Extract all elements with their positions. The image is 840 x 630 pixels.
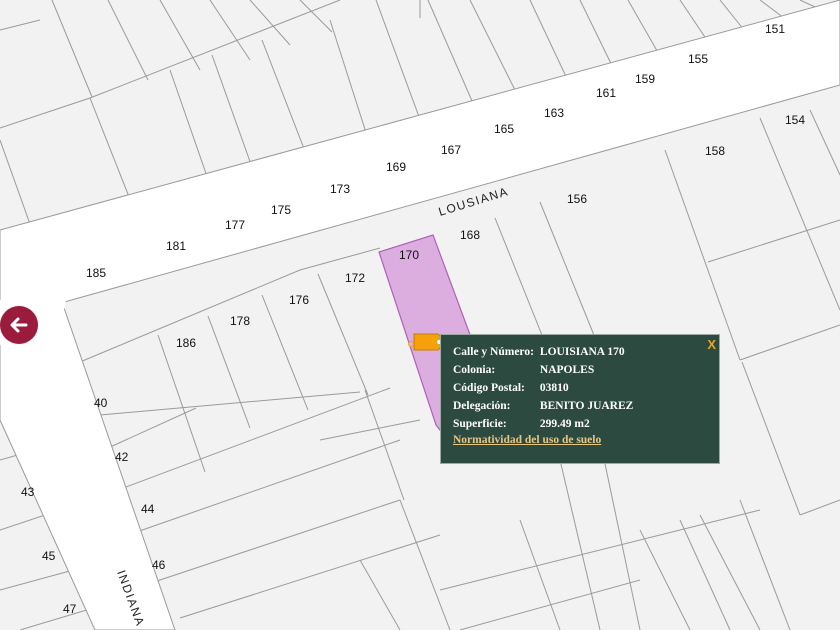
lot-number: 177 xyxy=(225,218,245,232)
lot-number: 186 xyxy=(176,336,196,350)
lot-number: 42 xyxy=(115,450,129,464)
info-label: Código Postal: xyxy=(453,382,525,394)
lot-number: 181 xyxy=(166,239,186,253)
map-canvas[interactable]: LOUSIANA INDIANA 151 155 159 161 163 165… xyxy=(0,0,840,630)
lot-number: 167 xyxy=(441,143,461,157)
info-row: Superficie: 299.49 m2 xyxy=(453,417,633,435)
lot-number: 43 xyxy=(21,485,35,499)
lot-number: 170 xyxy=(399,248,419,262)
info-row: Colonia: NAPOLES xyxy=(453,363,633,381)
lot-number: 165 xyxy=(494,122,514,136)
info-row: Delegación: BENITO JUAREZ xyxy=(453,399,633,417)
info-value: 03810 xyxy=(539,382,569,394)
info-row: Calle y Número: LOUISIANA 170 xyxy=(453,345,633,363)
info-label: Superficie: xyxy=(453,418,507,430)
lot-number: 169 xyxy=(386,160,406,174)
lot-number: 151 xyxy=(765,22,785,36)
info-row: Código Postal: 03810 xyxy=(453,381,633,399)
lot-number: 40 xyxy=(94,396,108,410)
lot-number: 168 xyxy=(460,228,480,242)
lot-number: 44 xyxy=(141,502,155,516)
lot-number: 155 xyxy=(688,52,708,66)
info-label: Delegación: xyxy=(453,400,511,412)
lot-number: 172 xyxy=(345,271,365,285)
lot-number: 185 xyxy=(86,266,106,280)
lot-number: 46 xyxy=(152,558,166,572)
lot-number: 158 xyxy=(705,144,725,158)
lot-number: 161 xyxy=(596,86,616,100)
parcel-info-table: Calle y Número: LOUISIANA 170 Colonia: N… xyxy=(453,345,633,435)
info-label: Colonia: xyxy=(453,364,496,376)
lot-number: 45 xyxy=(42,549,56,563)
info-value: BENITO JUAREZ xyxy=(539,400,634,412)
arrow-left-icon xyxy=(10,317,28,333)
lot-number: 173 xyxy=(330,182,350,196)
lot-number: 176 xyxy=(289,293,309,307)
lot-number: 178 xyxy=(230,314,250,328)
info-value: NAPOLES xyxy=(539,364,595,376)
lot-number: 163 xyxy=(544,106,564,120)
info-value: 299.49 m2 xyxy=(539,418,590,430)
parcel-info-popup: X Calle y Número: LOUISIANA 170 Colonia:… xyxy=(440,334,720,464)
close-button[interactable]: X xyxy=(707,337,716,352)
info-label: Calle y Número: xyxy=(453,346,534,358)
lot-number: 175 xyxy=(271,203,291,217)
lot-number: 154 xyxy=(785,113,805,127)
back-button[interactable] xyxy=(0,306,38,344)
lot-number: 47 xyxy=(63,602,77,616)
lot-number: 159 xyxy=(635,72,655,86)
lot-number: 156 xyxy=(567,192,587,206)
info-value: LOUISIANA 170 xyxy=(539,346,625,358)
land-use-regulation-link[interactable]: Normatividad del uso de suelo xyxy=(453,434,719,446)
